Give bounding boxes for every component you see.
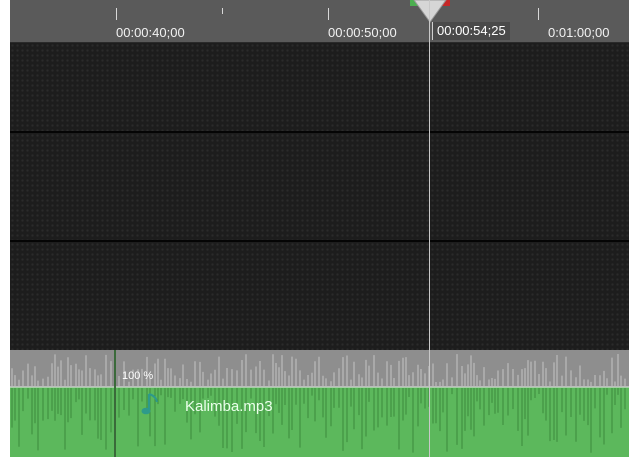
playhead-line[interactable] — [429, 0, 430, 457]
clip-name: Kalimba.mp3 — [185, 398, 273, 415]
video-track-2[interactable] — [10, 133, 629, 242]
playhead-handle[interactable] — [410, 0, 450, 28]
ruler-tick — [538, 8, 539, 20]
ruler-label-60s: 0:01:00;00 — [548, 25, 610, 40]
volume-label: 100 % — [122, 370, 154, 382]
timeline: 00:00:40;00 00:00:50;00 0:01:00;00 00:00… — [10, 0, 629, 457]
audio-clip[interactable] — [10, 350, 629, 457]
video-track-3[interactable] — [10, 242, 629, 350]
ruler-tick — [222, 8, 223, 14]
video-track-1[interactable] — [10, 43, 629, 133]
music-note-icon — [141, 393, 158, 415]
clip-divider[interactable] — [114, 350, 116, 457]
playhead-marker[interactable] — [413, 0, 447, 23]
time-ruler[interactable]: 00:00:40;00 00:00:50;00 0:01:00;00 00:00… — [10, 0, 629, 43]
ruler-label-50s: 00:00:50;00 — [328, 25, 397, 40]
ruler-label-40s: 00:00:40;00 — [116, 25, 185, 40]
ruler-tick — [116, 8, 117, 20]
ruler-tick — [328, 8, 329, 20]
